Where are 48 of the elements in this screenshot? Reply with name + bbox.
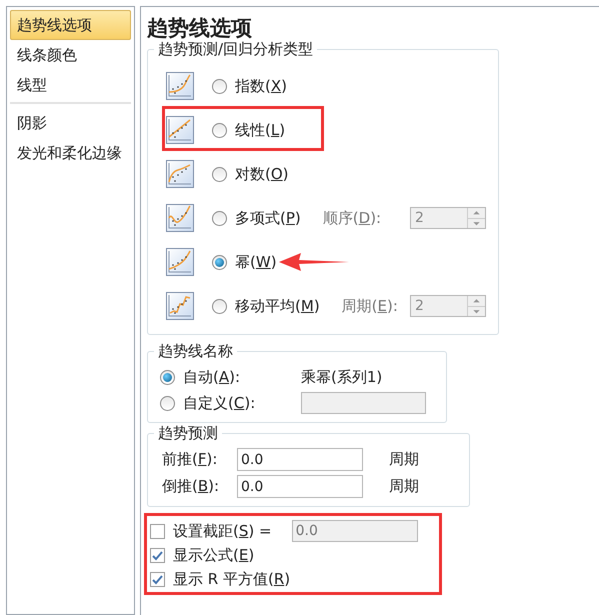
option-label: 周期(E):	[342, 296, 398, 317]
radio-button[interactable]	[212, 166, 227, 182]
down-arrow-icon	[468, 218, 485, 228]
field-label: 前推(F):	[162, 449, 218, 470]
radio-button[interactable]	[212, 122, 227, 138]
checkbox[interactable]	[150, 548, 165, 562]
checkbox-label: 显示 R 平方值(R)	[173, 568, 290, 590]
option-label: 自定义(C):	[183, 392, 256, 414]
checkbox[interactable]	[150, 524, 165, 538]
option-label: 对数(O)	[235, 164, 289, 185]
radio-button[interactable]	[212, 254, 227, 270]
trend-chart-icon	[166, 204, 194, 232]
option-label: 顺序(D):	[322, 208, 382, 229]
trend-chart-icon	[166, 160, 194, 188]
trend-chart-icon	[166, 116, 194, 144]
option-label: 幂(W)	[235, 252, 277, 273]
auto-name: 乘幂(系列1)	[301, 366, 382, 388]
radio-button[interactable]	[160, 370, 175, 384]
panel-title: 趋势线选项	[147, 15, 253, 41]
option-label: 自动(A):	[183, 366, 242, 388]
option-label: 多项式(P)	[235, 208, 301, 229]
trend-chart-icon	[166, 248, 194, 276]
group-title: 趋势预测/回归分析类型	[154, 40, 318, 58]
forecast-field[interactable]: 0.0	[237, 448, 363, 471]
option-label: 指数(X)	[235, 76, 287, 97]
down-arrow-icon	[468, 306, 485, 316]
sidebar-item[interactable]: 阴影	[10, 108, 131, 138]
checkbox[interactable]	[150, 572, 165, 586]
forecast-field[interactable]: 0.0	[237, 475, 363, 498]
option-label: 线性(L)	[235, 120, 286, 141]
checkbox-label: 显示公式(E)	[173, 544, 254, 566]
group-title: 趋势预测	[154, 424, 222, 442]
trend-chart-icon	[166, 292, 194, 320]
radio-button[interactable]	[212, 210, 227, 226]
sidebar-item[interactable]: 发光和柔化边缘	[10, 138, 131, 168]
sidebar-item[interactable]: 线条颜色	[10, 40, 131, 70]
sidebar-item[interactable]: 趋势线选项	[10, 10, 131, 40]
option-label: 移动平均(M)	[235, 296, 320, 317]
checkbox-label: 设置截距(S) =	[173, 520, 272, 542]
field-label: 倒推(B):	[162, 476, 220, 498]
radio-button[interactable]	[160, 396, 175, 410]
radio-button[interactable]	[212, 298, 227, 314]
unit-label: 周期	[389, 449, 419, 470]
radio-button[interactable]	[212, 78, 227, 94]
unit-label: 周期	[389, 476, 419, 498]
group-title: 趋势线名称	[154, 342, 237, 360]
sidebar-item[interactable]: 线型	[10, 70, 131, 100]
trend-chart-icon	[166, 72, 194, 100]
